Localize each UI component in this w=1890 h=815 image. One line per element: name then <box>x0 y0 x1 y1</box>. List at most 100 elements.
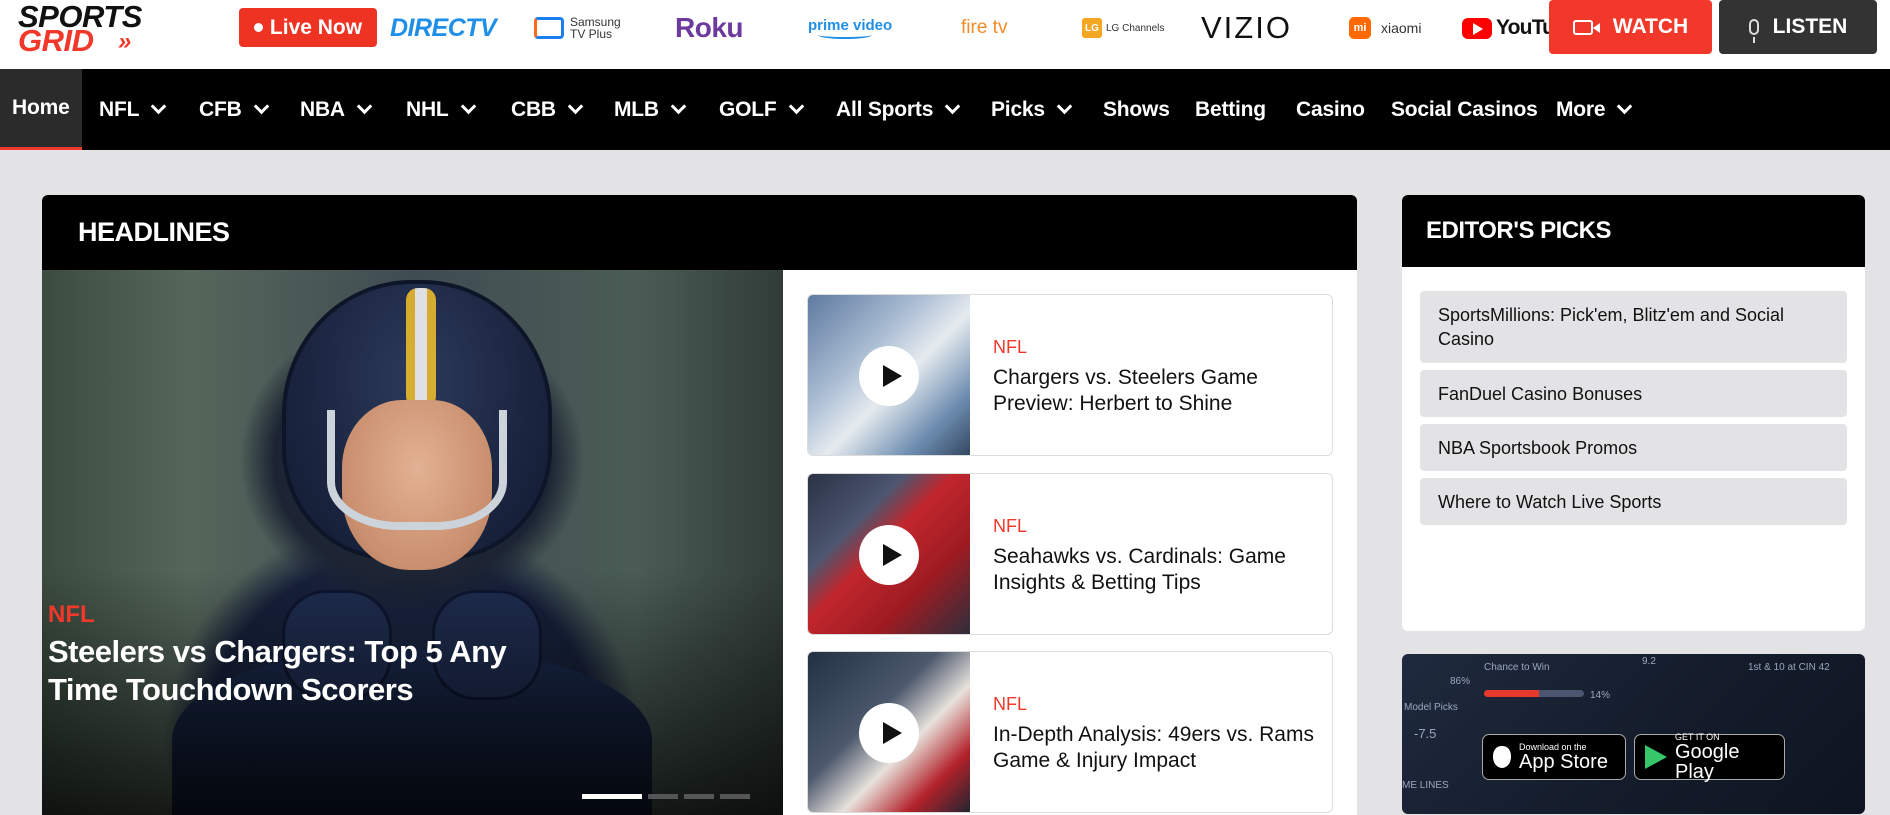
story-category: NFL <box>993 337 1028 357</box>
partner-vizio-logo[interactable]: VIZIO <box>1201 8 1292 48</box>
nav-item-nfl[interactable]: NFL <box>99 69 167 150</box>
editors-picks-panel: EDITOR'S PICKS SportsMillions: Pick'em, … <box>1402 195 1865 631</box>
top-bar: SPORTS GRID » Live Now DIRECTV Samsung TV… <box>0 0 1890 69</box>
nav-item-mlb[interactable]: MLB <box>614 69 687 150</box>
google-play-big: Google Play <box>1675 740 1740 783</box>
sportsgrid-logo[interactable]: SPORTS GRID » <box>18 1 198 58</box>
youtube-play-icon <box>1462 17 1492 39</box>
main-nav: Home NFL CFB NBA NHL CBB MLB GOLF All Sp… <box>0 69 1890 150</box>
chevron-down-icon <box>944 98 961 115</box>
carousel-dot[interactable] <box>684 794 714 799</box>
carousel-dot[interactable] <box>720 794 750 799</box>
editors-pick-link[interactable]: NBA Sportsbook Promos <box>1420 424 1847 471</box>
nav-label: All Sports <box>836 97 934 121</box>
story-thumbnail[interactable] <box>808 295 970 455</box>
partner-roku-logo[interactable]: Roku <box>675 8 744 48</box>
editors-pick-link[interactable]: SportsMillions: Pick'em, Blitz'em and So… <box>1420 291 1847 363</box>
chevron-down-icon <box>1056 98 1073 115</box>
story-title[interactable]: Chargers vs. Steelers Game Preview: Herb… <box>993 365 1323 417</box>
watch-label: WATCH <box>1612 15 1689 38</box>
partner-xiaomi-logo[interactable]: mi xiaomi <box>1349 8 1421 48</box>
promo-ghost-text: 14% <box>1590 690 1611 701</box>
hero-gradient <box>42 270 783 815</box>
lg-label: LG Channels <box>1106 22 1165 34</box>
nav-label: MLB <box>614 97 659 121</box>
xiaomi-mi-icon: mi <box>1349 17 1371 39</box>
story-title[interactable]: In-Depth Analysis: 49ers vs. Rams Game &… <box>993 722 1323 774</box>
nav-item-casino[interactable]: Casino <box>1296 69 1365 150</box>
chevron-down-icon <box>356 98 373 115</box>
nav-label: More <box>1556 97 1606 121</box>
hero-story-image[interactable] <box>42 270 783 815</box>
apple-icon <box>1493 746 1511 768</box>
editors-pick-link[interactable]: Where to Watch Live Sports <box>1420 478 1847 525</box>
nav-label: NBA <box>300 97 345 121</box>
nav-label: Home <box>12 96 70 119</box>
microphone-icon <box>1748 19 1759 43</box>
story-card[interactable]: NFL Seahawks vs. Cardinals: Game Insight… <box>807 473 1333 635</box>
chevron-down-icon <box>567 98 584 115</box>
nav-item-nhl[interactable]: NHL <box>406 69 476 150</box>
hero-category[interactable]: NFL <box>48 601 95 629</box>
nav-item-betting[interactable]: Betting <box>1195 69 1266 150</box>
listen-label: LISTEN <box>1772 15 1848 38</box>
live-now-button[interactable]: Live Now <box>239 8 377 47</box>
story-title[interactable]: Seahawks vs. Cardinals: Game Insights & … <box>993 544 1323 596</box>
chevron-down-icon <box>670 98 687 115</box>
samsung-tv-icon <box>534 17 564 39</box>
story-card[interactable]: NFL Chargers vs. Steelers Game Preview: … <box>807 294 1333 456</box>
nav-item-shows[interactable]: Shows <box>1103 69 1170 150</box>
story-thumbnail[interactable] <box>808 474 970 634</box>
play-icon[interactable] <box>859 525 919 585</box>
nav-item-cfb[interactable]: CFB <box>199 69 269 150</box>
app-store-button[interactable]: Download on the App Store <box>1482 734 1626 780</box>
headlines-title: HEADLINES <box>42 195 1357 270</box>
listen-button[interactable]: LISTEN <box>1719 0 1877 54</box>
play-icon[interactable] <box>859 346 919 406</box>
logo-line2: GRID <box>18 23 94 58</box>
promo-win-bar <box>1484 690 1584 697</box>
editors-pick-link[interactable]: FanDuel Casino Bonuses <box>1420 370 1847 417</box>
live-dot-icon <box>253 23 263 32</box>
nav-item-home[interactable]: Home <box>0 69 82 150</box>
nav-item-cbb[interactable]: CBB <box>511 69 584 150</box>
nav-item-more[interactable]: More <box>1556 69 1633 150</box>
carousel-dot[interactable] <box>648 794 678 799</box>
nav-label: CBB <box>511 97 556 121</box>
nav-item-picks[interactable]: Picks <box>991 69 1073 150</box>
nav-item-nba[interactable]: NBA <box>300 69 373 150</box>
watch-button[interactable]: WATCH <box>1549 0 1712 54</box>
partner-prime-video-logo[interactable]: prime video <box>808 8 892 48</box>
carousel-dot-active[interactable] <box>582 794 642 799</box>
google-play-icon <box>1645 745 1667 769</box>
story-thumbnail[interactable] <box>808 652 970 812</box>
partner-firetv-logo[interactable]: fire tv <box>961 8 1007 48</box>
samsung-line2: TV Plus <box>570 27 613 41</box>
chevron-down-icon <box>788 98 804 115</box>
nav-item-golf[interactable]: GOLF <box>719 69 804 150</box>
promo-ghost-text: 9.2 <box>1642 656 1656 667</box>
nav-item-all-sports[interactable]: All Sports <box>836 69 961 150</box>
hero-title[interactable]: Steelers vs Chargers: Top 5 Any Time Tou… <box>48 633 568 709</box>
chevron-down-icon <box>253 98 269 115</box>
partner-youtube-logo[interactable]: YouTube <box>1462 8 1550 48</box>
play-icon[interactable] <box>859 703 919 763</box>
chevron-down-icon <box>460 98 476 115</box>
nav-item-social-casinos[interactable]: Social Casinos <box>1391 69 1538 150</box>
app-download-promo: Chance to Win 9.2 1st & 10 at CIN 42 86%… <box>1402 654 1865 814</box>
chevron-down-icon <box>1617 98 1633 115</box>
google-play-button[interactable]: GET IT ON Google Play <box>1634 732 1785 783</box>
nav-label: Picks <box>991 97 1045 121</box>
story-card[interactable]: NFL In-Depth Analysis: 49ers vs. Rams Ga… <box>807 651 1333 813</box>
partner-samsung-logo[interactable]: Samsung TV Plus <box>534 8 621 48</box>
promo-ghost-text: 1st & 10 at CIN 42 <box>1748 662 1830 673</box>
hero-carousel-dots <box>582 794 750 799</box>
promo-ghost-text: 86% <box>1450 676 1471 687</box>
live-now-label: Live Now <box>269 15 363 39</box>
partner-directv-logo[interactable]: DIRECTV <box>390 8 497 48</box>
promo-ghost-text: Model Picks <box>1404 702 1458 713</box>
logo-chevrons-icon: » <box>118 28 132 55</box>
partner-lg-channels-logo[interactable]: LG LG Channels <box>1082 8 1164 48</box>
nav-label: GOLF <box>719 97 777 121</box>
prime-smile-icon <box>818 31 872 39</box>
